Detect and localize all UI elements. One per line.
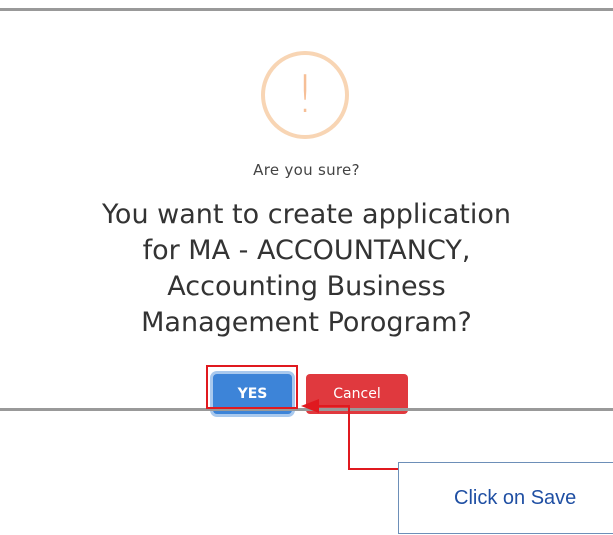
callout-connector-top: [318, 405, 350, 407]
callout-box: Click on Save: [398, 462, 613, 534]
exclamation-icon: !: [261, 51, 349, 139]
dialog-message: You want to create application for MA - …: [30, 197, 583, 341]
dialog-message-line: Accounting Business: [167, 271, 446, 302]
yes-button-highlight: [206, 365, 298, 409]
dialog-message-line: for MA - ACCOUNTANCY,: [142, 235, 471, 266]
arrow-left-icon: [301, 399, 319, 413]
dialog-message-line: Management Porogram?: [141, 307, 472, 338]
top-divider: [0, 8, 613, 11]
exclamation-glyph: !: [294, 65, 316, 125]
dialog-message-line: You want to create application: [102, 199, 511, 230]
dialog-subtitle: Are you sure?: [253, 161, 360, 179]
callout-connector-vertical: [348, 406, 350, 470]
callout-connector-bottom: [348, 468, 398, 470]
callout-text: Click on Save: [454, 486, 577, 509]
